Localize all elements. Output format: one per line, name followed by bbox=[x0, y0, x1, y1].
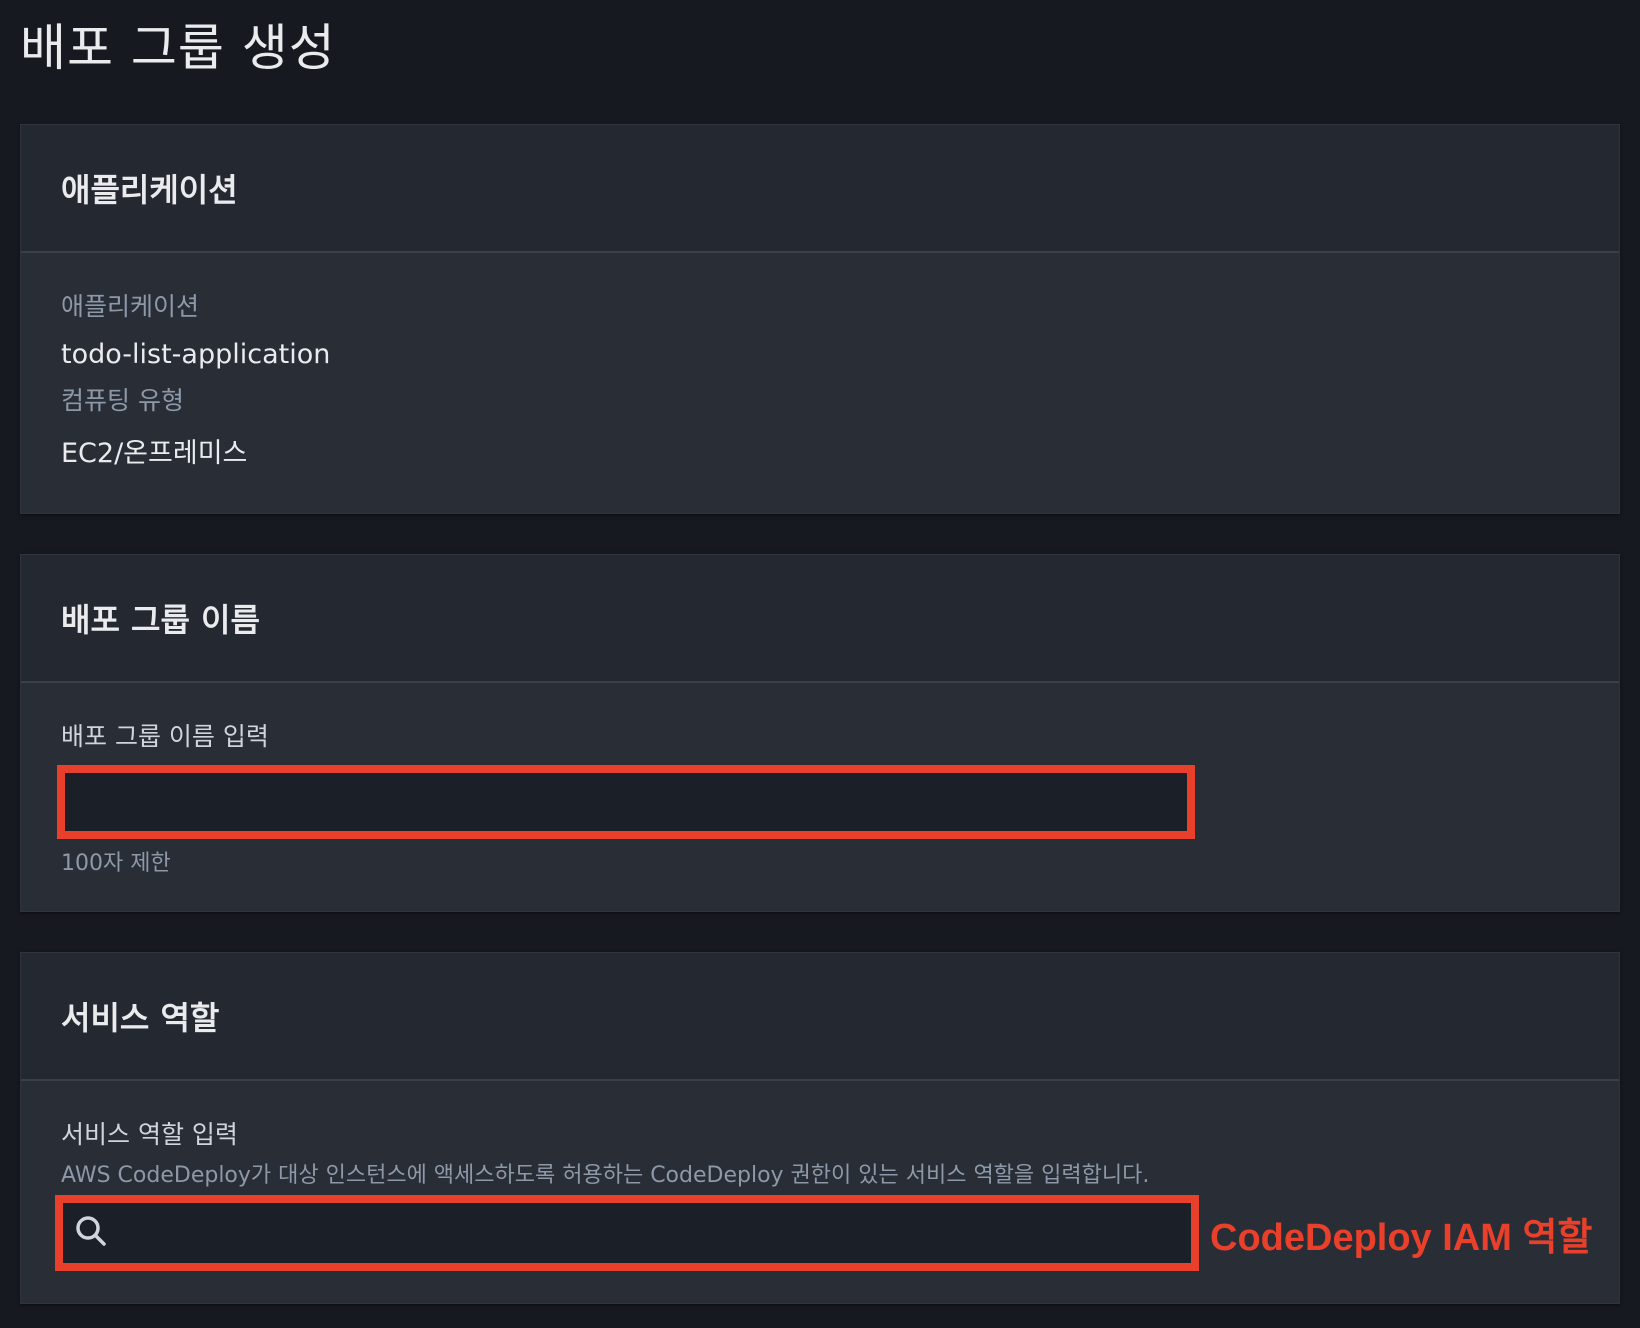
deployment-group-panel-title: 배포 그룹 이름 bbox=[61, 601, 260, 639]
deployment-group-name-input[interactable] bbox=[57, 765, 1195, 839]
application-panel-title: 애플리케이션 bbox=[61, 171, 238, 209]
service-role-label: 서비스 역할 입력 bbox=[61, 1120, 238, 1149]
codedeploy-iam-role-annotation: CodeDeploy IAM 역할 bbox=[1210, 1217, 1593, 1259]
application-label: 애플리케이션 bbox=[61, 292, 200, 321]
deployment-group-name-label: 배포 그룹 이름 입력 bbox=[61, 722, 269, 751]
service-role-panel-body: 서비스 역할 입력 AWS CodeDeploy가 대상 인스턴스에 액세스하도… bbox=[21, 1081, 1619, 1303]
application-panel: 애플리케이션 애플리케이션 todo-list-application 컴퓨팅 … bbox=[20, 124, 1620, 514]
service-role-panel-title: 서비스 역할 bbox=[61, 999, 220, 1037]
deployment-group-name-hint: 100자 제한 bbox=[61, 851, 171, 876]
service-role-search-input[interactable] bbox=[127, 1203, 1181, 1265]
deployment-group-panel-header: 배포 그룹 이름 bbox=[21, 555, 1619, 683]
deployment-group-panel: 배포 그룹 이름 배포 그룹 이름 입력 100자 제한 bbox=[20, 554, 1620, 912]
compute-type-value: EC2/온프레미스 bbox=[61, 438, 248, 469]
page-title: 배포 그룹 생성 bbox=[20, 19, 336, 77]
service-role-search-box[interactable] bbox=[55, 1195, 1199, 1271]
deployment-group-panel-body: 배포 그룹 이름 입력 100자 제한 bbox=[21, 683, 1619, 911]
search-icon bbox=[76, 1216, 106, 1246]
application-panel-header: 애플리케이션 bbox=[21, 125, 1619, 253]
application-value: todo-list-application bbox=[61, 339, 331, 370]
application-panel-body: 애플리케이션 todo-list-application 컴퓨팅 유형 EC2/… bbox=[21, 253, 1619, 513]
service-role-description: AWS CodeDeploy가 대상 인스턴스에 액세스하도록 허용하는 Cod… bbox=[61, 1163, 1150, 1188]
service-role-panel-header: 서비스 역할 bbox=[21, 953, 1619, 1081]
compute-type-label: 컴퓨팅 유형 bbox=[61, 386, 184, 415]
